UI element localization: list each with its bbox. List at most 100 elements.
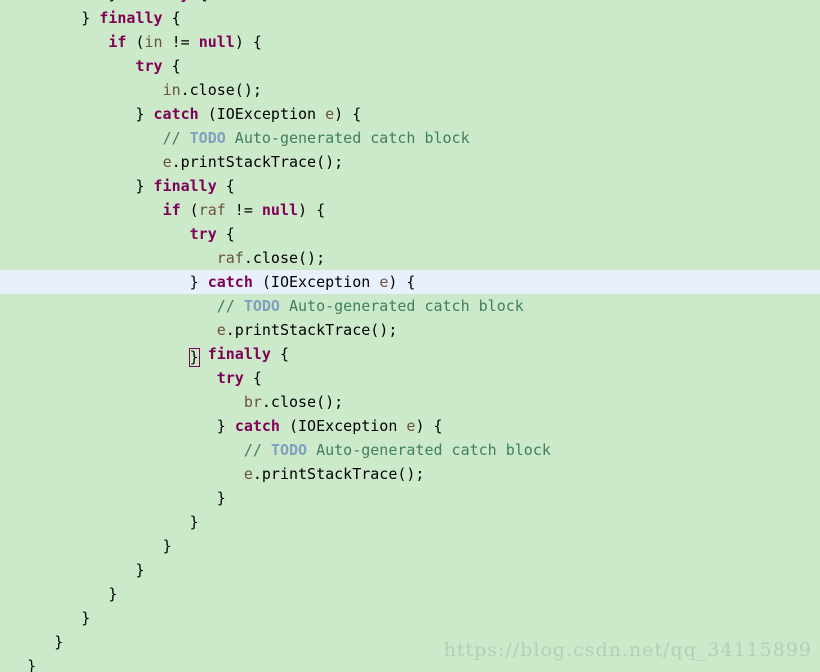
code-line-content: } (0, 486, 820, 510)
code-line[interactable]: } (0, 486, 820, 510)
code-line[interactable]: } (0, 606, 820, 630)
code-token-todo: TODO (243, 297, 280, 315)
code-token-plain: ) { (334, 105, 362, 123)
code-token-plain: { (216, 177, 235, 195)
code-line[interactable]: if (in != null) { (0, 30, 820, 54)
code-token-kw: finally (126, 0, 189, 3)
code-token-plain: .printStackTrace(); (171, 153, 344, 171)
code-token-kw: catch (207, 273, 253, 291)
code-token-kw: finally (99, 9, 163, 27)
code-line-content: // TODO Auto-generated catch block (0, 294, 820, 318)
code-text-area[interactable]: } finally { } finally { if (in != null) … (0, 0, 820, 672)
code-token-plain: { (243, 369, 262, 387)
code-line[interactable]: if (raf != null) { (0, 198, 820, 222)
code-line[interactable]: } finally { (0, 6, 820, 30)
code-token-punct: { (199, 0, 208, 3)
code-token-punct: } (216, 417, 226, 435)
code-line[interactable]: } catch (IOException e) { (0, 102, 820, 126)
code-line[interactable]: } (0, 558, 820, 582)
code-line[interactable]: // TODO Auto-generated catch block (0, 438, 820, 462)
code-token-var: e (379, 273, 389, 291)
code-line-content: } (0, 510, 820, 534)
code-token-cmt: Auto-generated catch block (307, 441, 551, 459)
code-line-content: // TODO Auto-generated catch block (0, 438, 820, 462)
code-line[interactable]: try { (0, 222, 820, 246)
code-token-var: raf (216, 249, 244, 267)
code-line-current[interactable]: } catch (IOException e) { (0, 270, 820, 294)
code-line[interactable]: raf.close(); (0, 246, 820, 270)
code-token-plain: ) { (298, 201, 326, 219)
code-line[interactable]: } finally { (0, 174, 820, 198)
code-token-punct: } (27, 657, 37, 672)
code-line-content: if (in != null) { (0, 30, 820, 54)
code-line-content: } catch (IOException e) { (0, 414, 820, 438)
code-line-content: e.printStackTrace(); (0, 150, 820, 174)
code-token-plain: (IOException (252, 273, 380, 291)
code-line[interactable]: } (0, 510, 820, 534)
code-line[interactable]: // TODO Auto-generated catch block (0, 294, 820, 318)
code-token-plain: .printStackTrace(); (252, 465, 425, 483)
code-line-content: } (0, 606, 820, 630)
code-token-var: e (216, 321, 226, 339)
code-line[interactable]: } (0, 534, 820, 558)
code-editor-view[interactable]: } finally { } finally { if (in != null) … (0, 0, 820, 672)
code-token-cmt: // (243, 441, 271, 459)
code-line-content: if (raf != null) { (0, 198, 820, 222)
code-token-var: in (144, 33, 163, 51)
code-line-content: try { (0, 54, 820, 78)
code-line[interactable]: try { (0, 54, 820, 78)
code-line[interactable]: } catch (IOException e) { (0, 414, 820, 438)
code-token-plain: { (162, 57, 181, 75)
code-token-cmt: // (162, 129, 190, 147)
code-token-plain: ( (126, 33, 145, 51)
code-token-punct: } (135, 105, 145, 123)
code-token-var: e (162, 153, 172, 171)
code-line[interactable]: // TODO Auto-generated catch block (0, 126, 820, 150)
code-token-kw: catch (153, 105, 199, 123)
code-token-var: e (243, 465, 253, 483)
code-line[interactable]: e.printStackTrace(); (0, 150, 820, 174)
code-token-var: br (243, 393, 262, 411)
code-token-kw: catch (234, 417, 280, 435)
code-line[interactable]: in.close(); (0, 78, 820, 102)
code-token-punct: } (54, 633, 64, 651)
code-line[interactable]: e.printStackTrace(); (0, 318, 820, 342)
code-line[interactable]: try { (0, 366, 820, 390)
code-line[interactable]: e.printStackTrace(); (0, 462, 820, 486)
code-token-punct: } (189, 273, 199, 291)
code-line-content: try { (0, 222, 820, 246)
code-token-todo: TODO (189, 129, 226, 147)
code-line-content: e.printStackTrace(); (0, 462, 820, 486)
code-token-cmt: Auto-generated catch block (279, 297, 524, 315)
code-token-punct: } (81, 609, 91, 627)
code-token-kw: null (198, 33, 235, 51)
code-line-content: } catch (IOException e) { (0, 102, 820, 126)
code-token-plain: .close(); (243, 249, 326, 267)
code-line[interactable]: } finally { (0, 342, 820, 367)
code-token-plain: .close(); (180, 81, 262, 99)
code-line[interactable]: } (0, 582, 820, 606)
code-line[interactable]: br.close(); (0, 390, 820, 414)
code-token-punct: } (189, 513, 199, 531)
code-token-plain: { (216, 225, 235, 243)
code-line-content: } finally { (0, 342, 820, 367)
